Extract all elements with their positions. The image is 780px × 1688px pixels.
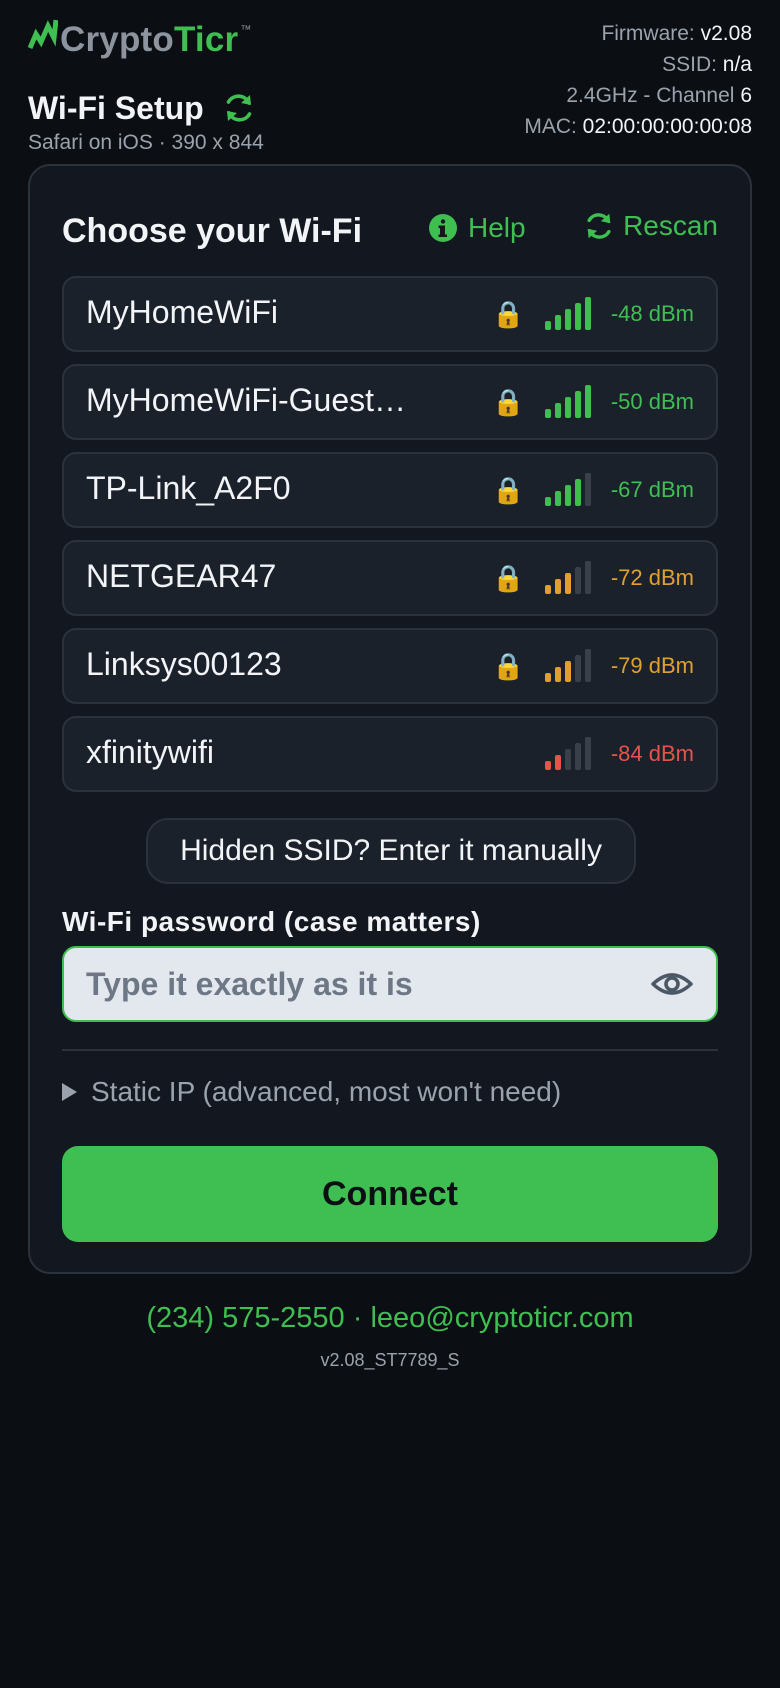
network-list: MyHomeWiFi 🔒 -48 dBm MyHomeWiFi-Guest… 🔒… — [62, 276, 718, 804]
wifi-card: Choose your Wi-Fi Help Rescan MyHomeWiFi — [28, 164, 752, 1274]
disclosure-triangle-icon — [62, 1083, 77, 1101]
static-ip-toggle[interactable]: Static IP (advanced, most won't need) — [62, 1076, 561, 1108]
help-link[interactable]: Help — [428, 212, 526, 244]
network-item[interactable]: MyHomeWiFi 🔒 -48 dBm — [62, 276, 718, 352]
card-title: Choose your Wi-Fi — [62, 212, 363, 250]
trademark-mark: ™ — [240, 24, 252, 36]
lock-icon: 🔒 — [492, 475, 525, 505]
network-name: Linksys00123 — [86, 646, 282, 682]
separator: · — [352, 1302, 363, 1334]
signal-strength: -79 dBm — [610, 653, 694, 678]
version-label: v2.08_ST7789_S — [320, 1350, 460, 1370]
signal-bars-icon — [545, 384, 591, 418]
browser-info: Safari on iOS · 390 x 844 — [28, 131, 264, 154]
device-info: Firmware: v2.08 SSID: n/a 2.4GHz - Chann… — [524, 18, 752, 142]
static-ip-label: Static IP (advanced, most won't need) — [91, 1076, 562, 1107]
network-name: MyHomeWiFi-Guest… — [86, 382, 406, 418]
signal-strength: -48 dBm — [610, 301, 694, 326]
network-name: xfinitywifi — [86, 734, 215, 770]
ssid-row: SSID: n/a — [662, 53, 752, 76]
page-title: Wi-Fi Setup — [28, 90, 204, 126]
eye-icon[interactable] — [650, 964, 694, 1004]
brand-logo: CryptoTicr ™ — [28, 18, 251, 62]
password-field[interactable] — [62, 946, 718, 1022]
connect-button[interactable]: Connect — [62, 1146, 718, 1242]
lock-icon: 🔒 — [492, 563, 525, 593]
hidden-ssid-button[interactable]: Hidden SSID? Enter it manually — [146, 818, 636, 884]
signal-bars-icon — [545, 472, 591, 506]
email-link[interactable]: leeo@cryptoticr.com — [370, 1302, 633, 1334]
signal-bars-icon — [545, 648, 591, 682]
signal-strength: -50 dBm — [610, 389, 694, 414]
contact-info: (234) 575-2550 · leeo@cryptoticr.com — [0, 1302, 780, 1335]
signal-strength: -72 dBm — [610, 565, 694, 590]
channel-row: 2.4GHz - Channel 6 — [566, 84, 752, 107]
phone-link[interactable]: (234) 575-2550 — [146, 1302, 344, 1334]
rescan-button[interactable]: Rescan — [583, 210, 718, 242]
network-item[interactable]: TP-Link_A2F0 🔒 -67 dBm — [62, 452, 718, 528]
divider — [62, 1049, 718, 1051]
chart-logo-icon — [28, 19, 58, 49]
signal-bars-icon — [545, 296, 591, 330]
card-header: Choose your Wi-Fi Help Rescan — [62, 206, 718, 256]
lock-icon: 🔒 — [492, 299, 525, 329]
network-item[interactable]: NETGEAR47 🔒 -72 dBm — [62, 540, 718, 616]
signal-bars-icon — [545, 736, 591, 770]
page-header: CryptoTicr ™ Wi-Fi Setup Safari on iOS ·… — [28, 18, 752, 154]
signal-bars-icon — [545, 560, 591, 594]
network-item[interactable]: MyHomeWiFi-Guest… 🔒 -50 dBm — [62, 364, 718, 440]
network-name: TP-Link_A2F0 — [86, 470, 291, 506]
network-item[interactable]: xfinitywifi -84 dBm — [62, 716, 718, 792]
password-label: Wi-Fi password (case matters) — [62, 906, 481, 937]
help-label: Help — [468, 212, 526, 243]
refresh-icon — [587, 213, 611, 239]
rescan-label: Rescan — [623, 210, 718, 241]
network-name: MyHomeWiFi — [86, 294, 278, 330]
brand-name: CryptoTicr — [60, 20, 239, 59]
network-item[interactable]: Linksys00123 🔒 -79 dBm — [62, 628, 718, 704]
lock-icon: 🔒 — [492, 651, 525, 681]
info-icon — [429, 214, 457, 242]
network-name: NETGEAR47 — [86, 558, 277, 594]
signal-strength: -84 dBm — [610, 741, 694, 766]
password-input[interactable] — [86, 960, 626, 1008]
mac-row: MAC: 02:00:00:00:00:08 — [524, 115, 752, 138]
firmware-row: Firmware: v2.08 — [601, 22, 752, 45]
lock-icon: 🔒 — [492, 387, 525, 417]
title-row: Wi-Fi Setup — [28, 88, 256, 128]
signal-strength: -67 dBm — [610, 477, 694, 502]
refresh-icon[interactable] — [222, 91, 256, 125]
